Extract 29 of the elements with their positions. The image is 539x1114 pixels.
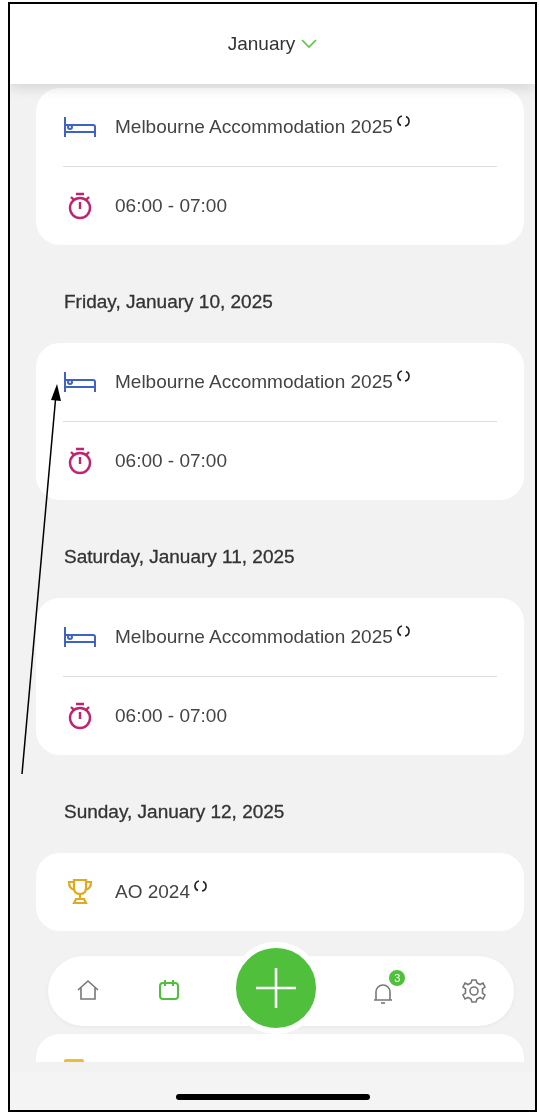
stopwatch-icon: [67, 192, 93, 220]
stopwatch-icon: [67, 702, 93, 730]
plus-icon: [253, 966, 298, 1010]
settings-icon: [460, 978, 487, 1004]
refresh-icon: [396, 624, 410, 638]
bed-icon: [63, 116, 97, 138]
bed-icon: [63, 626, 97, 648]
event-card[interactable]: Melbourne Accommodation 2025 06:00 - 07:00: [36, 88, 524, 245]
date-heading: Sunday, January 12, 2025: [63, 800, 286, 824]
event-title: 06:00 - 07:00: [115, 450, 227, 472]
refresh-icon: [194, 879, 207, 893]
date-heading: Friday, January 10, 2025: [63, 290, 274, 314]
bed-icon: [63, 371, 97, 393]
event-title: Melbourne Accommodation 2025: [115, 626, 410, 648]
event-title: Melbourne Accommodation 2025: [115, 116, 410, 138]
event-card[interactable]: Melbourne Accommodation 2025 06:00 - 07:00: [36, 598, 524, 755]
date-heading: Saturday, January 11, 2025: [63, 545, 296, 569]
refresh-icon: [396, 369, 410, 383]
event-title: AO 2024: [115, 881, 207, 903]
notification-badge: 3: [388, 969, 407, 987]
event-card[interactable]: AO 2024: [36, 853, 524, 931]
event-card[interactable]: Melbourne Accommodation 2025 06:00 - 07:00: [36, 343, 524, 500]
refresh-icon: [396, 114, 410, 128]
month-selector[interactable]: January: [223, 29, 322, 59]
event-title: 06:00 - 07:00: [115, 705, 227, 727]
chevron-down-icon: [301, 39, 318, 49]
event-title: Melbourne Accommodation 2025: [115, 371, 410, 393]
stopwatch-icon: [67, 447, 93, 475]
event-title: 06:00 - 07:00: [115, 195, 227, 217]
